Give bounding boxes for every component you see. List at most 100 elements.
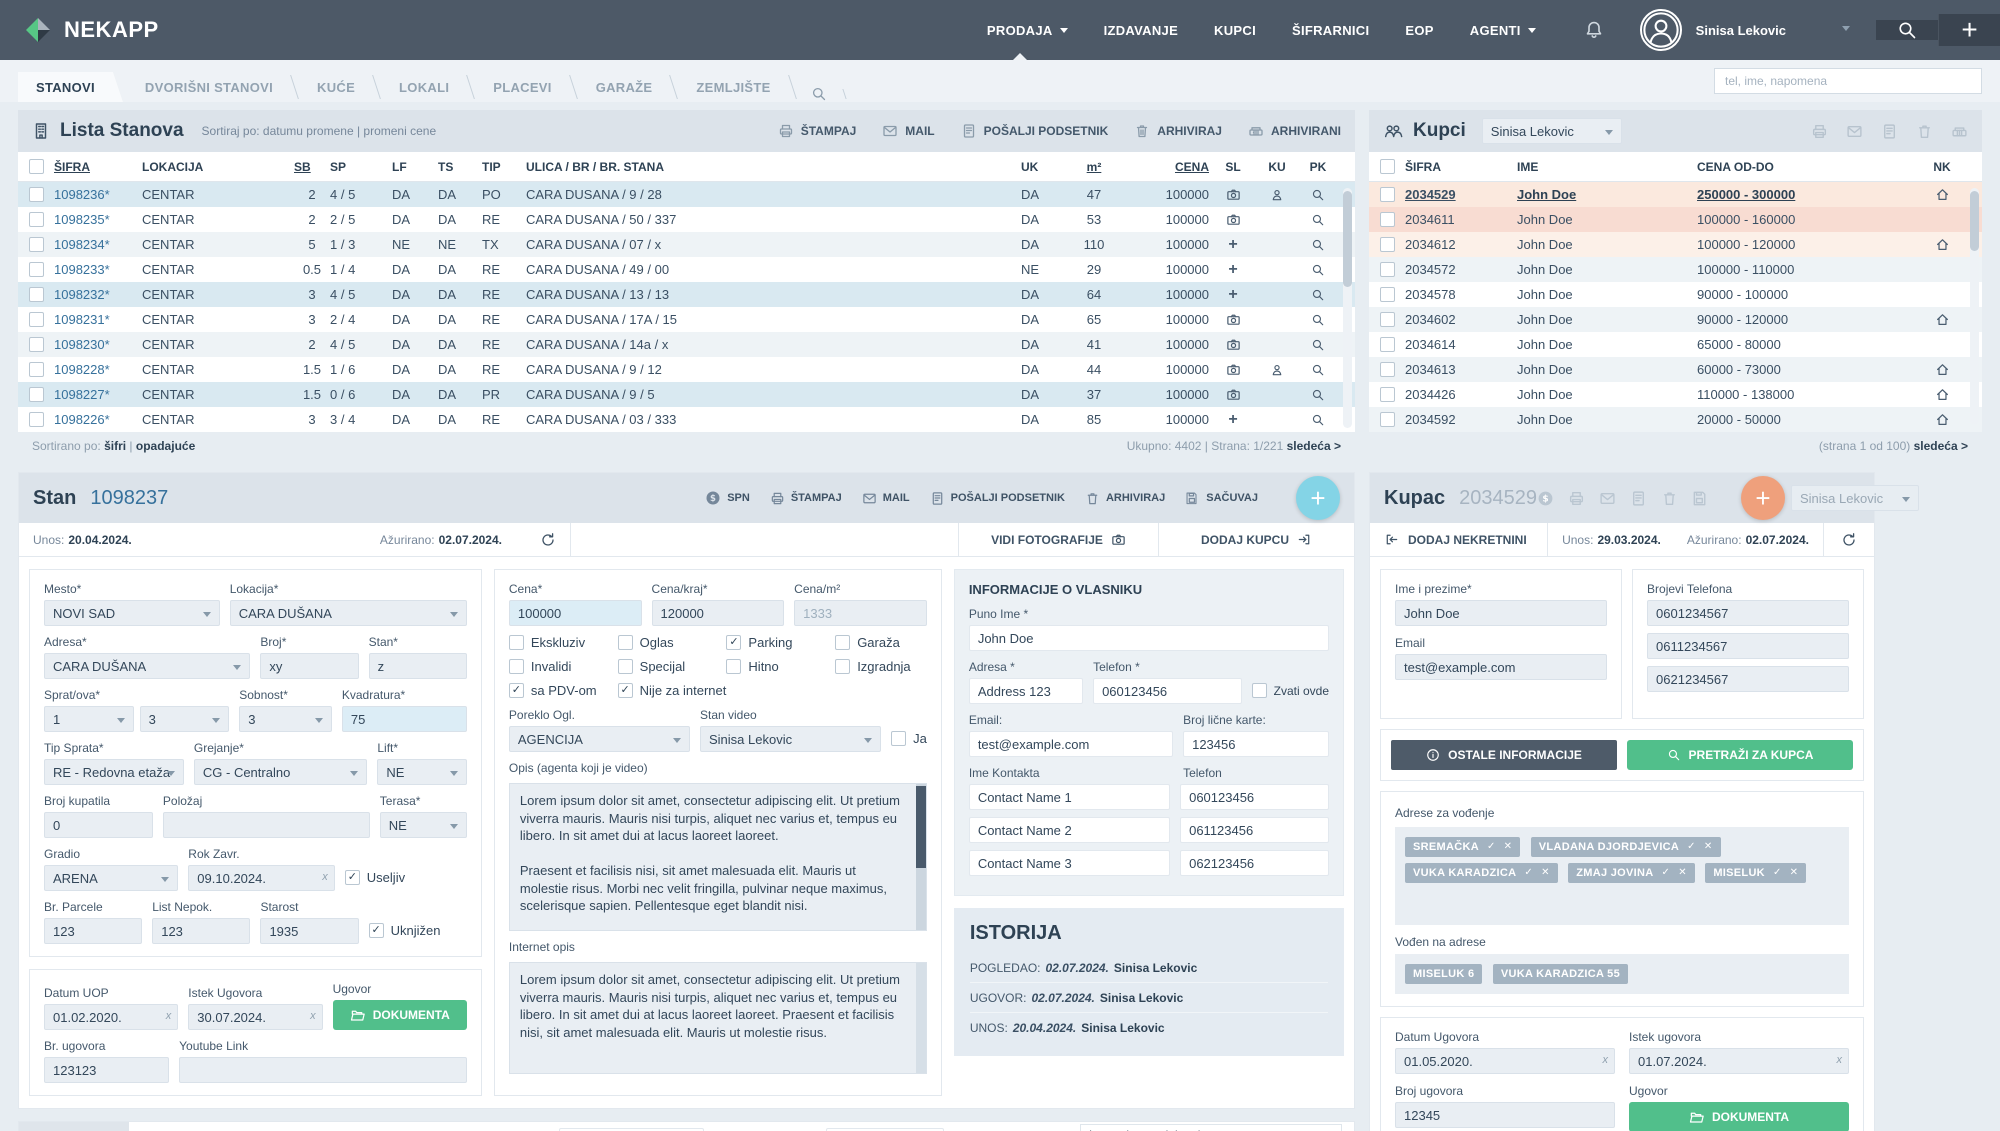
stan-code-link[interactable]: 1098235* bbox=[54, 212, 142, 227]
kupac-code-link[interactable]: 2034578 bbox=[1405, 287, 1517, 302]
archived-button[interactable] bbox=[1951, 123, 1968, 140]
kupac-table-row[interactable]: 2034592 John Doe 20000 - 50000 bbox=[1369, 407, 1982, 432]
quick-search-input[interactable] bbox=[1714, 68, 1982, 94]
stan-code-link[interactable]: 1098233* bbox=[54, 262, 142, 277]
kupac-table-row[interactable]: 2034426 John Doe 110000 - 138000 bbox=[1369, 382, 1982, 407]
global-search-button[interactable] bbox=[1876, 20, 1938, 40]
kupac-code-link[interactable]: 2034614 bbox=[1405, 337, 1517, 352]
kupac-code-link[interactable]: 2034529 bbox=[1405, 187, 1517, 202]
checkbox-hitno[interactable]: ✓Hitno bbox=[726, 659, 827, 674]
row-checkbox[interactable] bbox=[1380, 187, 1395, 202]
checkbox-ekskluziv[interactable]: ✓Ekskluziv bbox=[509, 635, 610, 650]
house-icon[interactable] bbox=[1935, 237, 1950, 252]
print-button[interactable] bbox=[1811, 123, 1828, 140]
checkbox-parking[interactable]: ✓Parking bbox=[726, 635, 827, 650]
col-sb[interactable]: SB bbox=[294, 160, 330, 174]
col-sp[interactable]: SP bbox=[330, 160, 392, 174]
istek-ugovora-input[interactable] bbox=[1629, 1048, 1849, 1074]
stan-code-link[interactable]: 1098230* bbox=[54, 337, 142, 352]
print-button[interactable]: ŠTAMPAJ bbox=[778, 123, 857, 139]
remove-icon[interactable]: ✕ bbox=[1704, 842, 1713, 852]
spratova-select[interactable]: 3 bbox=[140, 706, 230, 732]
archive-button[interactable]: ARHIVIRAJ bbox=[1134, 123, 1222, 139]
refresh-icon[interactable] bbox=[1824, 523, 1874, 556]
col-m2[interactable]: m² bbox=[1067, 160, 1121, 174]
preview-search-icon[interactable] bbox=[1311, 388, 1325, 402]
kvadratura-input[interactable] bbox=[342, 706, 467, 732]
preview-search-icon[interactable] bbox=[1311, 363, 1325, 377]
preview-search-icon[interactable] bbox=[1311, 213, 1325, 227]
dokumenta-button[interactable]: DOKUMENTA bbox=[333, 1000, 467, 1030]
kupac-table-row[interactable]: 2034572 John Doe 100000 - 110000 bbox=[1369, 257, 1982, 282]
terasa-select[interactable]: NE bbox=[380, 812, 467, 838]
tab-search-icon[interactable] bbox=[793, 86, 845, 102]
save-button[interactable] bbox=[1692, 490, 1709, 507]
mesto-select[interactable]: NOVI SAD bbox=[44, 600, 220, 626]
gradio-select[interactable]: ARENA bbox=[44, 865, 178, 891]
notifications-bell-icon[interactable] bbox=[1584, 20, 1604, 40]
br-parcele-input[interactable] bbox=[44, 918, 142, 944]
next-page-link[interactable]: sledeća > bbox=[1287, 439, 1341, 453]
contact-name-input[interactable] bbox=[969, 850, 1170, 876]
brand[interactable]: NEKAPP bbox=[24, 0, 159, 60]
col-lf[interactable]: LF bbox=[392, 160, 438, 174]
stan-table-row[interactable]: 1098232* CENTAR 3 4 / 5 DA DA RE CARA DU… bbox=[18, 282, 1355, 307]
kupac-table-row[interactable]: 2034602 John Doe 90000 - 120000 bbox=[1369, 307, 1982, 332]
spn-button[interactable]: $ SPN bbox=[705, 490, 750, 506]
add-kupac-button[interactable]: + bbox=[1741, 476, 1785, 520]
datum-uop-input[interactable] bbox=[44, 1004, 178, 1030]
row-checkbox[interactable] bbox=[1380, 412, 1395, 427]
row-checkbox[interactable] bbox=[29, 262, 44, 277]
stan-video-select[interactable]: Sinisa Lekovic bbox=[700, 726, 881, 752]
col-ulica[interactable]: ULICA / BR / BR. STANA bbox=[526, 160, 1021, 174]
add-to-buyer-button[interactable]: DODAJ KUPCU bbox=[1159, 523, 1354, 556]
nav-menu-item[interactable]: EOP bbox=[1405, 0, 1433, 60]
print-button[interactable] bbox=[1568, 490, 1585, 507]
col-sifra[interactable]: ŠIFRA bbox=[54, 160, 142, 174]
kupac-code-link[interactable]: 2034572 bbox=[1405, 262, 1517, 277]
category-tab[interactable]: KUĆE bbox=[295, 72, 377, 102]
dokumenta-button[interactable]: DOKUMENTA bbox=[1629, 1102, 1849, 1131]
row-checkbox[interactable] bbox=[1380, 362, 1395, 377]
internet-opis-textarea[interactable]: Lorem ipsum dolor sit amet, consectetur … bbox=[509, 962, 927, 1074]
col-sl[interactable]: SL bbox=[1209, 160, 1257, 174]
checkbox-izgradnja[interactable]: ✓Izgradnja bbox=[835, 659, 927, 674]
stan-table-row[interactable]: 1098228* CENTAR 1.5 1 / 6 DA DA RE CARA … bbox=[18, 357, 1355, 382]
stan-code-link[interactable]: 1098236* bbox=[54, 187, 142, 202]
preview-search-icon[interactable] bbox=[1311, 413, 1325, 427]
remove-icon[interactable]: ✕ bbox=[1790, 868, 1799, 878]
stan-code-link[interactable]: 1098231* bbox=[54, 312, 142, 327]
category-tab[interactable]: STANOVI bbox=[18, 72, 123, 102]
nav-menu-item[interactable]: PRODAJA bbox=[987, 0, 1068, 60]
contact-phone-input[interactable] bbox=[1180, 784, 1329, 810]
preview-search-icon[interactable] bbox=[1311, 338, 1325, 352]
preview-search-icon[interactable] bbox=[1311, 263, 1325, 277]
add-photo-icon[interactable]: + bbox=[1228, 237, 1237, 253]
preview-search-icon[interactable] bbox=[1311, 238, 1325, 252]
preview-search-icon[interactable] bbox=[1311, 313, 1325, 327]
col-sifra[interactable]: ŠIFRA bbox=[1405, 160, 1517, 174]
phone-input[interactable] bbox=[1647, 600, 1849, 626]
clear-date-icon[interactable]: x bbox=[1603, 1054, 1609, 1066]
next-page-link[interactable]: sledeća > bbox=[1914, 439, 1968, 453]
tip-sprata-select[interactable]: RE - Redovna etaža bbox=[44, 759, 184, 785]
camera-icon[interactable] bbox=[1226, 362, 1241, 377]
stan-broj-input[interactable] bbox=[369, 653, 467, 679]
clear-date-icon[interactable]: x bbox=[1837, 1054, 1843, 1066]
kupac-agent-select[interactable]: Sinisa Lekovic bbox=[1791, 485, 1919, 511]
buyer-person-icon[interactable] bbox=[1270, 363, 1284, 377]
row-checkbox[interactable] bbox=[1380, 337, 1395, 352]
sorted-direction[interactable]: opadajuće bbox=[136, 439, 195, 453]
print-button[interactable]: ŠTAMPAJ bbox=[770, 491, 842, 506]
buyer-person-icon[interactable] bbox=[1270, 188, 1284, 202]
stanovi-scrollbar[interactable] bbox=[1343, 188, 1352, 428]
remove-icon[interactable]: ✕ bbox=[1504, 842, 1513, 852]
phone-input[interactable] bbox=[1647, 666, 1849, 692]
kupci-scrollbar[interactable] bbox=[1970, 188, 1979, 424]
checkbox-specijal[interactable]: ✓Specijal bbox=[618, 659, 719, 674]
vlasnik-adresa-input[interactable] bbox=[969, 678, 1083, 704]
stan-table-row[interactable]: 1098234* CENTAR 5 1 / 3 NE NE TX CARA DU… bbox=[18, 232, 1355, 257]
contact-phone-input[interactable] bbox=[1180, 850, 1329, 876]
address-tag[interactable]: VUKA KARADZICA ✓ ✕ bbox=[1405, 863, 1558, 883]
house-icon[interactable] bbox=[1935, 412, 1950, 427]
